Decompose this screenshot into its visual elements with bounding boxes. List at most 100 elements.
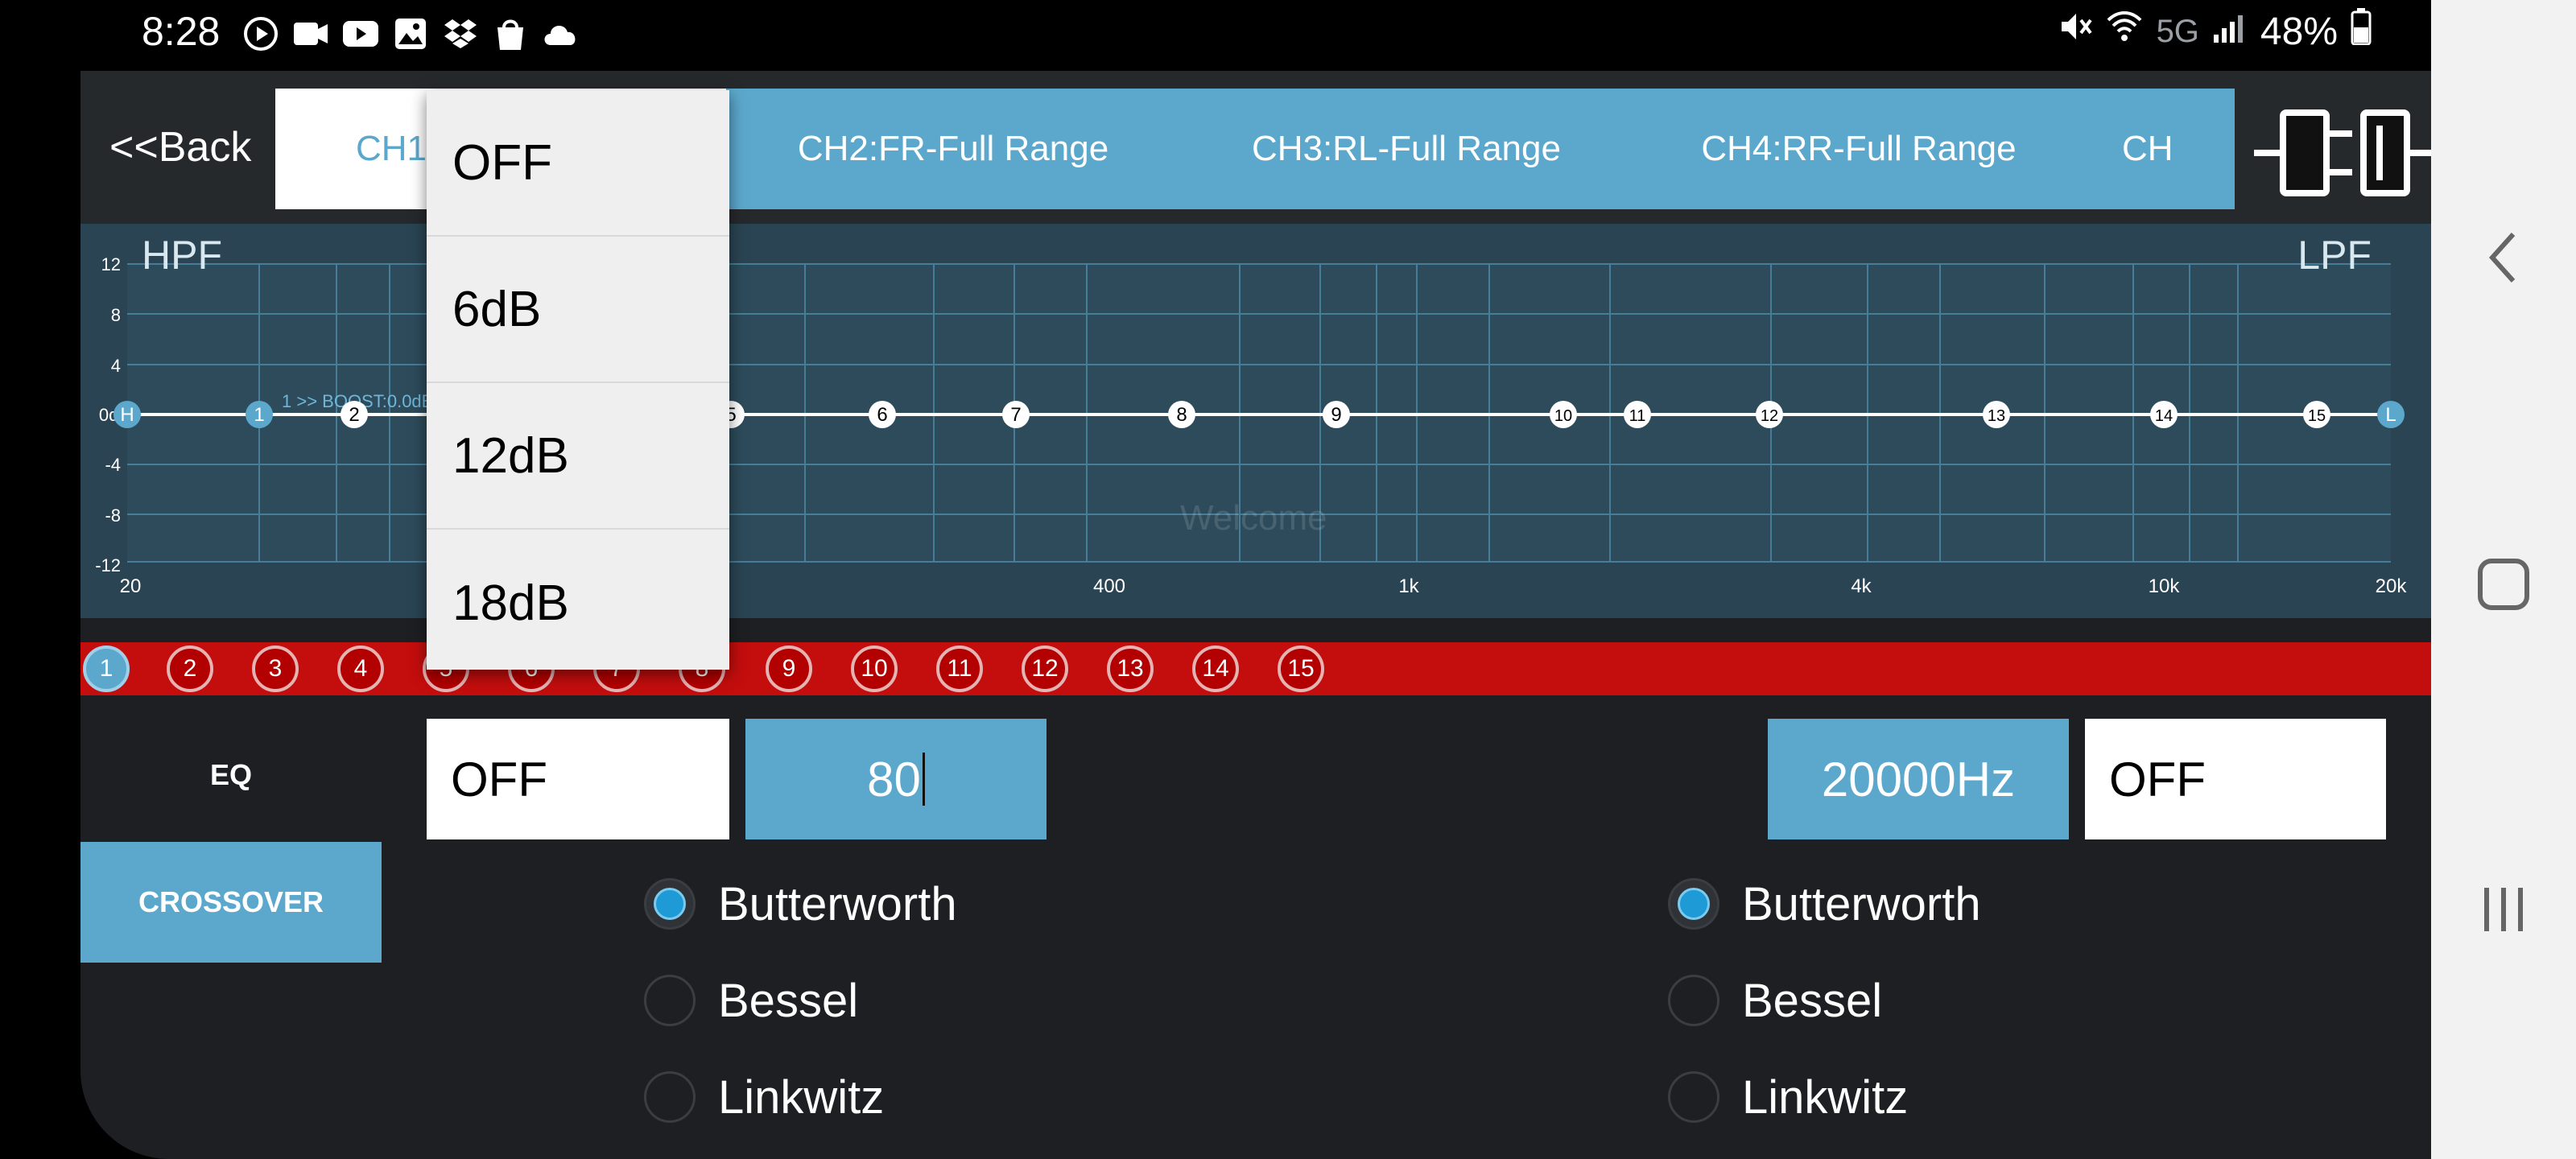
eq-menu-button[interactable]: EQ xyxy=(80,715,382,835)
radio-selected-icon[interactable] xyxy=(644,878,696,930)
radio-label: Linkwitz xyxy=(1742,1070,1909,1124)
nav-back-button[interactable] xyxy=(2471,225,2536,290)
nav-home-button[interactable] xyxy=(2471,552,2536,617)
band-button-2[interactable]: 2 xyxy=(167,645,213,692)
slope-dropdown-menu: OFF 6dB 12dB 18dB xyxy=(427,90,729,670)
svg-text:8: 8 xyxy=(1176,404,1187,426)
y-tick: -4 xyxy=(105,455,121,475)
hpf-type-linkwitz[interactable]: Linkwitz xyxy=(644,1065,884,1129)
y-tick: -8 xyxy=(105,505,121,526)
lpf-frequency-value: 20000Hz xyxy=(1821,752,2016,806)
svg-text:10: 10 xyxy=(1554,407,1572,425)
band-button-9[interactable]: 9 xyxy=(766,645,812,692)
eq-node-l[interactable]: L xyxy=(2377,401,2405,428)
eq-node-6[interactable]: 6 xyxy=(869,401,896,428)
battery-percent: 48% xyxy=(2260,10,2338,53)
radio-label: Butterworth xyxy=(718,877,957,930)
wifi-icon xyxy=(2105,9,2144,54)
eq-node-8[interactable]: 8 xyxy=(1168,401,1195,428)
y-tick: 12 xyxy=(101,254,121,274)
system-nav-bar xyxy=(2431,0,2576,1159)
recents-icon xyxy=(2484,888,2523,931)
eq-node-9[interactable]: 9 xyxy=(1323,401,1350,428)
hpf-label: HPF xyxy=(142,233,222,278)
eq-node-14[interactable]: 14 xyxy=(2150,401,2178,428)
band-button-12[interactable]: 12 xyxy=(1022,645,1068,692)
nav-recents-button[interactable] xyxy=(2471,877,2536,942)
eq-node-h[interactable]: H xyxy=(114,401,141,428)
x-tick: 4k xyxy=(1851,575,1872,597)
hpf-type-butterworth[interactable]: Butterworth xyxy=(644,872,957,936)
band-button-11[interactable]: 11 xyxy=(936,645,983,692)
hpf-type-bessel[interactable]: Bessel xyxy=(644,968,858,1033)
home-square-icon xyxy=(2478,559,2529,610)
mute-icon xyxy=(2057,9,2092,54)
svg-text:6: 6 xyxy=(877,404,887,426)
svg-text:13: 13 xyxy=(1988,407,2005,425)
svg-text:9: 9 xyxy=(1331,404,1341,426)
radio-selected-icon[interactable] xyxy=(1668,878,1719,930)
band-button-1[interactable]: 1 xyxy=(83,645,130,692)
hpf-slope-select[interactable]: OFF xyxy=(427,719,729,839)
band-button-14[interactable]: 14 xyxy=(1192,645,1239,692)
svg-text:11: 11 xyxy=(1629,407,1646,425)
y-tick: -12 xyxy=(95,555,121,575)
eq-node-13[interactable]: 13 xyxy=(1983,401,2010,428)
eq-node-10[interactable]: 10 xyxy=(1550,401,1577,428)
radio-unselected-icon[interactable] xyxy=(1668,975,1719,1026)
dropdown-option-12db[interactable]: 12dB xyxy=(427,383,729,530)
radio-unselected-icon[interactable] xyxy=(644,975,696,1026)
tab-ch2[interactable]: CH2:FR-Full Range xyxy=(726,89,1180,209)
tab-ch3[interactable]: CH3:RL-Full Range xyxy=(1180,89,1633,209)
video-icon xyxy=(291,14,330,53)
connection-plug-icon[interactable] xyxy=(2254,105,2431,201)
status-time: 8:28 xyxy=(142,9,221,54)
lpf-slope-value: OFF xyxy=(2109,752,2206,806)
band-button-3[interactable]: 3 xyxy=(252,645,299,692)
tab-ch5[interactable]: CH xyxy=(2085,89,2235,209)
eq-node-2[interactable]: 2 xyxy=(341,401,368,428)
dropdown-option-18db[interactable]: 18dB xyxy=(427,530,729,676)
radio-unselected-icon[interactable] xyxy=(644,1071,696,1123)
svg-text:7: 7 xyxy=(1010,404,1021,426)
radio-label: Bessel xyxy=(1742,974,1883,1027)
lpf-type-linkwitz[interactable]: Linkwitz xyxy=(1668,1065,1908,1129)
lpf-frequency-input[interactable]: 20000Hz xyxy=(1768,719,2069,839)
crossover-menu-button[interactable]: CROSSOVER xyxy=(80,842,382,963)
eq-node-1[interactable]: 1 xyxy=(246,401,273,428)
battery-icon xyxy=(2351,8,2372,55)
band-button-13[interactable]: 13 xyxy=(1107,645,1154,692)
svg-text:12: 12 xyxy=(1761,407,1778,425)
svg-text:1: 1 xyxy=(254,404,264,426)
eq-node-12[interactable]: 12 xyxy=(1756,401,1783,428)
band-button-4[interactable]: 4 xyxy=(337,645,384,692)
hpf-slope-value: OFF xyxy=(451,752,547,806)
dropdown-option-off[interactable]: OFF xyxy=(427,90,729,237)
eq-node-15[interactable]: 15 xyxy=(2303,401,2330,428)
lpf-type-bessel[interactable]: Bessel xyxy=(1668,968,1882,1033)
notification-icons xyxy=(242,14,580,53)
system-status: 5G 48% xyxy=(2057,8,2372,55)
x-tick: 10k xyxy=(2149,575,2181,597)
x-tick: 400 xyxy=(1093,575,1125,597)
radio-label: Butterworth xyxy=(1742,877,1981,930)
shopping-bag-icon xyxy=(491,14,530,53)
svg-text:15: 15 xyxy=(2308,407,2326,425)
radio-label: Bessel xyxy=(718,974,859,1027)
svg-text:2: 2 xyxy=(349,404,359,426)
y-tick: 8 xyxy=(111,305,121,325)
cloud-icon xyxy=(541,14,580,53)
eq-node-7[interactable]: 7 xyxy=(1002,401,1030,428)
band-button-15[interactable]: 15 xyxy=(1278,645,1324,692)
eq-node-11[interactable]: 11 xyxy=(1624,401,1651,428)
dropdown-option-6db[interactable]: 6dB xyxy=(427,237,729,383)
lpf-slope-select[interactable]: OFF xyxy=(2085,719,2386,839)
band-button-10[interactable]: 10 xyxy=(851,645,898,692)
hpf-frequency-input[interactable]: 80 xyxy=(745,719,1046,839)
back-button[interactable]: <<Back xyxy=(109,123,251,171)
lpf-type-butterworth[interactable]: Butterworth xyxy=(1668,872,1981,936)
radio-label: Linkwitz xyxy=(718,1070,885,1124)
tab-ch4[interactable]: CH4:RR-Full Range xyxy=(1633,89,2085,209)
hpf-frequency-value: 80 xyxy=(867,752,921,806)
radio-unselected-icon[interactable] xyxy=(1668,1071,1719,1123)
